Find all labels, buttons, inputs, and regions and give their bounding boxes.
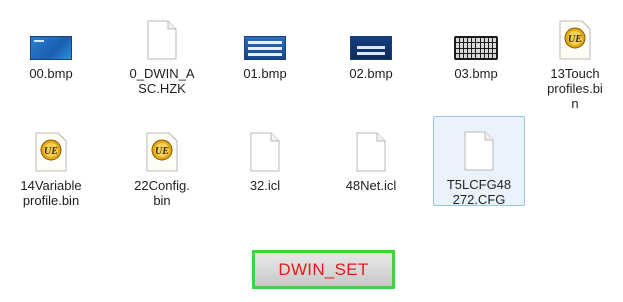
icon-container	[0, 14, 104, 60]
bmp-thumbnail-icon	[30, 36, 72, 60]
file-label-line: profile.bin	[22, 193, 80, 208]
file-label-line: 00.bmp	[29, 66, 73, 81]
file-label: 14Variable profile.bin	[0, 178, 104, 208]
icon-container: UE	[0, 126, 104, 172]
file-label: 48Net.icl	[318, 178, 424, 193]
blank-document-icon	[356, 132, 386, 172]
svg-text:UE: UE	[44, 146, 58, 157]
file-label-line: 22Config.	[134, 178, 190, 193]
icon-container	[212, 14, 318, 60]
dwin-set-button[interactable]: DWIN_SET	[252, 250, 395, 289]
file-label-line: T5LCFG48	[446, 177, 512, 192]
file-label-line: 01.bmp	[243, 66, 287, 81]
icon-container: UE	[522, 14, 623, 60]
bmp-thumbnail-icon	[350, 36, 392, 60]
keyboard-thumbnail-icon	[454, 36, 498, 60]
file-label-line: 272.CFG	[452, 192, 506, 207]
file-item-0-dwin-asc-hzk[interactable]: 0_DWIN_A SC.HZK	[109, 6, 215, 96]
file-label-line: 14Variable	[20, 178, 82, 193]
icon-container	[434, 125, 524, 171]
file-label-line: bin	[153, 193, 171, 208]
icon-container	[318, 14, 424, 60]
file-item-02-bmp[interactable]: 02.bmp	[318, 6, 424, 81]
file-label-line: profiles.bi	[547, 81, 603, 96]
file-label-line: 03.bmp	[454, 66, 498, 81]
blank-document-icon	[250, 132, 280, 172]
blank-document-icon	[147, 20, 177, 60]
ultraedit-icon: UE	[35, 132, 67, 172]
file-item-13touch-profiles-bin[interactable]: UE 13Touch profiles.bi n	[522, 6, 623, 111]
file-item-48net-icl[interactable]: 48Net.icl	[318, 118, 424, 193]
file-item-01-bmp[interactable]: 01.bmp	[212, 6, 318, 81]
ultraedit-icon: UE	[146, 132, 178, 172]
file-label: T5LCFG48 272.CFG	[434, 177, 524, 207]
file-label: 01.bmp	[212, 66, 318, 81]
file-label: 13Touch profiles.bi n	[522, 66, 623, 111]
file-item-14variable-profile-bin[interactable]: UE 14Variable profile.bin	[0, 118, 104, 208]
bmp-thumbnail-icon	[244, 36, 286, 60]
svg-text:UE: UE	[155, 146, 169, 157]
file-label: 32.icl	[212, 178, 318, 193]
file-label-line: n	[571, 96, 579, 111]
svg-text:UE: UE	[568, 34, 582, 45]
blank-document-icon	[464, 131, 494, 171]
file-label: 03.bmp	[423, 66, 529, 81]
icon-container: UE	[109, 126, 215, 172]
icon-container	[318, 126, 424, 172]
file-explorer-pane: 00.bmp 0_DWIN_A SC.HZK 01.bmp 02.bmp 03.…	[0, 0, 623, 302]
file-item-32-icl[interactable]: 32.icl	[212, 118, 318, 193]
icon-container	[212, 126, 318, 172]
icon-container	[423, 14, 529, 60]
file-item-00-bmp[interactable]: 00.bmp	[0, 6, 104, 81]
ultraedit-icon: UE	[559, 20, 591, 60]
file-item-t5lcfg48272-cfg[interactable]: T5LCFG48 272.CFG	[433, 116, 525, 207]
file-label: 0_DWIN_A SC.HZK	[109, 66, 215, 96]
file-item-22config-bin[interactable]: UE 22Config. bin	[109, 118, 215, 208]
file-label-line: 32.icl	[249, 178, 281, 193]
file-label-line: 48Net.icl	[345, 178, 397, 193]
file-label: 00.bmp	[0, 66, 104, 81]
file-label: 22Config. bin	[109, 178, 215, 208]
file-label: 02.bmp	[318, 66, 424, 81]
file-label-line: 0_DWIN_A	[129, 66, 195, 81]
file-label-line: 02.bmp	[349, 66, 393, 81]
file-item-03-bmp[interactable]: 03.bmp	[423, 6, 529, 81]
file-label-line: SC.HZK	[138, 81, 186, 96]
icon-container	[109, 14, 215, 60]
file-label-line: 13Touch	[550, 66, 600, 81]
